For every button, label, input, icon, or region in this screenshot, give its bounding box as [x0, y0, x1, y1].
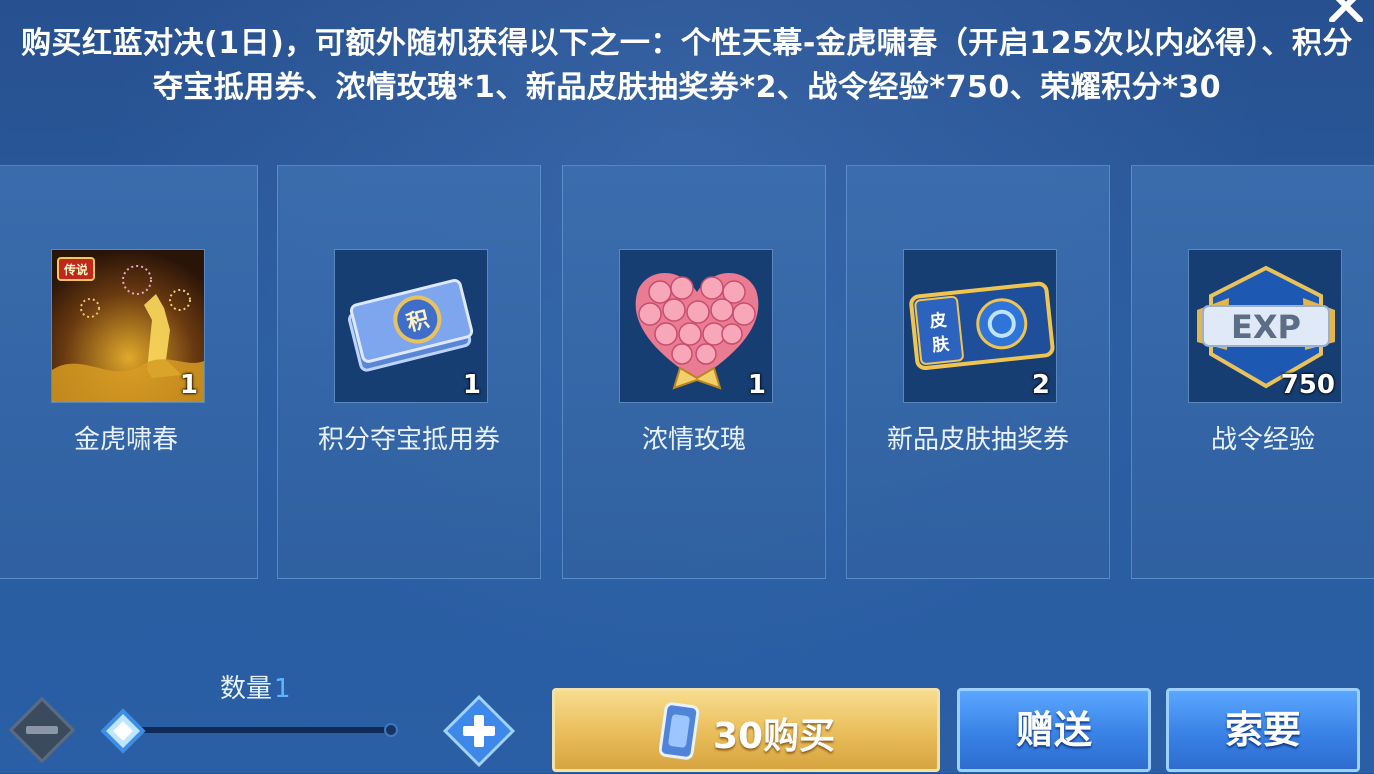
close-icon [1329, 0, 1363, 22]
plus-icon [442, 694, 516, 768]
svg-text:EXP: EXP [1231, 308, 1301, 346]
quantity-value: 1 [274, 674, 291, 704]
quantity-label-text: 数量 [220, 674, 273, 704]
minus-icon [8, 696, 76, 764]
diamond-handle-icon [100, 708, 146, 754]
rose-bouquet-icon: 1 [619, 249, 773, 403]
buy-button[interactable]: 30购买 [552, 688, 940, 772]
quantity-slider-track[interactable] [118, 727, 392, 733]
reward-card[interactable]: 皮 肤 2 新品皮肤抽奖券 [846, 165, 1110, 579]
reward-card[interactable]: EXP 750 战令经验 [1131, 165, 1374, 579]
svg-text:传说: 传说 [63, 262, 88, 277]
reward-card[interactable]: 1 浓情玫瑰 [562, 165, 826, 579]
close-button[interactable] [1318, 0, 1374, 22]
item-name: 浓情玫瑰 [641, 425, 746, 455]
voucher-ticket-icon: 积 1 [334, 249, 488, 403]
reward-description: 购买红蓝对决(1日)，可额外随机获得以下之一：个性天幕-金虎啸春（开启125次以… [21, 26, 1353, 105]
item-name: 新品皮肤抽奖券 [886, 425, 1069, 455]
reward-card[interactable]: 积 1 积分夺宝抵用券 [277, 165, 541, 579]
item-quantity: 1 [462, 370, 481, 400]
item-quantity: 2 [1031, 370, 1050, 400]
decrease-quantity-button[interactable] [6, 694, 78, 766]
buy-button-label: 30购买 [713, 716, 836, 757]
voucher-currency-icon [659, 702, 699, 760]
exp-badge-icon: EXP 750 [1188, 249, 1342, 403]
reward-list: 传说 1 金虎啸春 积 1 积分夺宝抵用券 1 浓情玫瑰 皮 肤 2 新品皮肤抽… [0, 165, 1374, 581]
gift-button[interactable]: 赠送 [957, 688, 1151, 772]
item-name: 战令经验 [1210, 425, 1315, 455]
increase-quantity-button[interactable] [440, 692, 518, 770]
item-quantity: 1 [747, 370, 766, 400]
svg-text:皮: 皮 [929, 310, 948, 333]
quantity-slider-handle[interactable] [100, 708, 146, 754]
golden-tiger-icon: 传说 1 [51, 249, 205, 403]
svg-text:肤: 肤 [931, 333, 951, 356]
item-quantity: 1 [179, 370, 198, 400]
quantity-label: 数量1 [220, 668, 291, 705]
quantity-slider-end [384, 723, 398, 737]
reward-card[interactable]: 传说 1 金虎啸春 [0, 165, 258, 579]
item-quantity: 750 [1280, 370, 1335, 400]
skin-lottery-ticket-icon: 皮 肤 2 [903, 249, 1057, 403]
item-name: 金虎啸春 [73, 425, 178, 455]
item-name: 积分夺宝抵用券 [317, 425, 500, 455]
request-button[interactable]: 索要 [1166, 688, 1360, 772]
